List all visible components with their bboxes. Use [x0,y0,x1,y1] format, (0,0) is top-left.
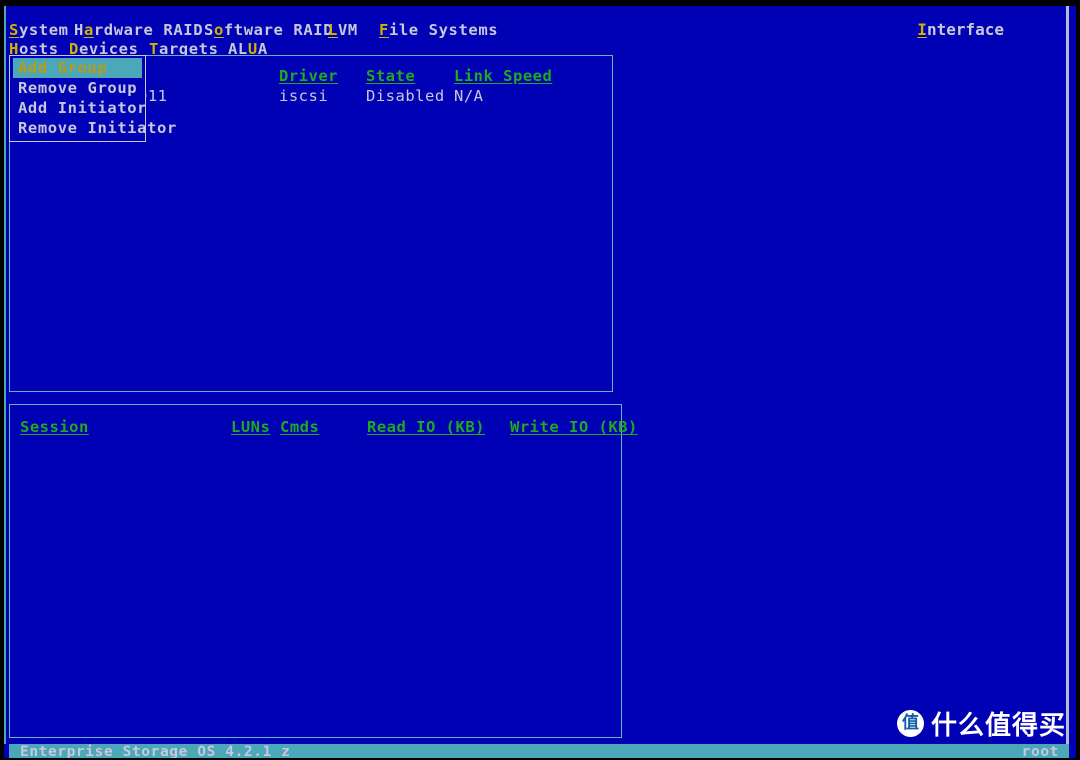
terminal-screen: System Hardware RAID Software RAID LVM File … [4,6,1076,758]
menu-item-interface[interactable]: Interface [917,20,1004,39]
menu-bar: System Hardware RAID Software RAID LVM File … [4,14,1076,58]
status-bar: Enterprise Storage OS 4.2.1_z root [9,744,1069,758]
screen-frame-left [4,6,6,744]
dropdown-item-add-group[interactable]: Add Group [13,58,142,78]
hosts-dropdown-menu[interactable]: Add Group Remove Group Add Initiator Remove… [9,55,176,142]
sessions-column-header-cmds: Cmds [280,418,320,436]
sessions-column-header-session: Session [20,418,89,436]
menu-item-hardware-raid[interactable]: Hardware RAID [74,20,203,40]
menu-item-system[interactable]: System [9,20,69,40]
hosts-column-header-state: State [366,67,416,85]
hosts-column-header-link-speed: Link Speed [454,67,553,85]
menu-item-software-raid[interactable]: Software RAID [204,20,333,40]
menu-item-lvm[interactable]: LVM [328,20,358,40]
hosts-column-header-driver: Driver [279,67,338,85]
status-bar-product-label: Enterprise Storage OS 4.2.1_z [20,744,291,758]
sessions-column-header-write-io-kb-: Write IO (KB) [510,418,638,436]
dropdown-item-add-initiator[interactable]: Add Initiator [10,98,147,118]
dropdown-item-remove-group[interactable]: Remove Group [10,78,145,98]
sessions-panel: Session LUNs Cmds Read IO (KB) Write IO (KB) [9,404,637,738]
hosts-cell-link-speed[interactable]: N/A [454,87,484,105]
watermark-badge-icon: 值 [896,710,924,737]
sessions-column-header-luns: LUNs [231,418,271,436]
status-bar-user-label: root [1021,744,1059,758]
sessions-column-header-read-io-kb-: Read IO (KB) [367,418,485,436]
hosts-cell-driver[interactable]: iscsi [279,87,328,105]
dropdown-item-remove-initiator[interactable]: Remove Initiator [10,118,176,138]
screen-frame-right [1066,6,1069,746]
watermark-text: 什么值得买 [930,711,1066,741]
menu-bar-row-primary: System Hardware RAID Software RAID LVM File … [4,20,1076,40]
watermark: 值 什么值得买 [896,705,1066,742]
menu-item-file-systems[interactable]: File Systems [379,20,498,40]
hosts-cell-state[interactable]: Disabled [366,87,445,105]
